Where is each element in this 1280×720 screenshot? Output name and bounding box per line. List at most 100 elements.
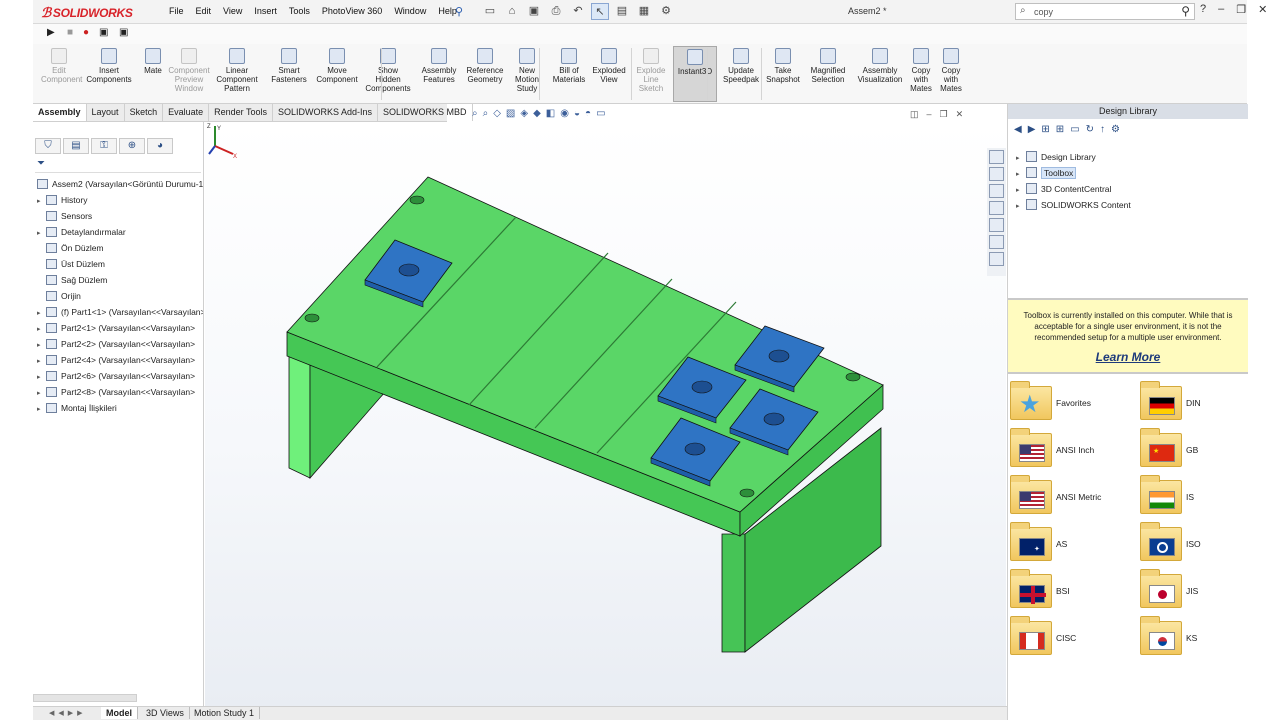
filter-icon[interactable]: ⏷ [35,158,201,173]
macro-new-icon[interactable]: ▣ [99,27,108,38]
tab-mbd[interactable]: SOLIDWORKS MBD [378,104,473,121]
search-input[interactable] [1034,5,1134,18]
view-orientation-icon[interactable]: ◆ [533,108,541,119]
search-icon[interactable]: ⚲ [1181,4,1190,18]
assembly-visualization-button[interactable]: Assembly Visualization [855,48,905,84]
menu-edit[interactable]: Edit [190,6,218,16]
stop-icon[interactable]: ■ [67,27,73,38]
library-folder[interactable]: BSI [1008,569,1128,614]
instant3d-button[interactable]: Instant3D [673,46,717,102]
assembly-features-button[interactable]: Assembly Features [419,48,459,84]
update-speedpak-button[interactable]: Update Speedpak [721,48,761,84]
expand-arrow-icon[interactable]: ▸ [37,386,46,400]
tree-item[interactable]: Ön Düzlem [35,240,203,256]
dynamic-annotation-icon[interactable]: ◈ [520,108,528,119]
zoom-to-fit-icon[interactable]: ⌕ [472,108,478,119]
expand-arrow-icon[interactable]: ▸ [37,306,46,320]
horizontal-scrollbar[interactable] [33,694,137,702]
solidworks-resources-icon[interactable] [989,150,1004,164]
tree-item[interactable]: Orijin [35,288,203,304]
exploded-view-button[interactable]: Exploded View [589,48,629,84]
library-folder[interactable]: CISC [1008,616,1128,661]
learn-more-link[interactable]: Learn More [1008,350,1248,364]
expand-arrow-icon[interactable]: ▸ [1016,199,1026,215]
options-gear-icon[interactable]: ⚙ [657,3,675,20]
viewport-close-icon[interactable]: ✕ [956,109,964,120]
display-manager-tab-icon[interactable]: ◕ [147,138,173,154]
add-file-location-icon[interactable]: ⊞ [1056,124,1064,135]
tab-navigation-arrows[interactable]: ◀◀▶▶ [49,709,87,717]
library-folder[interactable]: ★ Favorites [1008,381,1128,426]
tree-item[interactable]: Üst Düzlem [35,256,203,272]
tree-item[interactable]: ▸ Part2<4> (Varsayılan<<Varsayılan> [35,352,203,368]
library-folder[interactable]: ISO [1138,522,1258,567]
select-cursor-icon[interactable]: ↖ [591,3,609,20]
library-tree-item[interactable]: ▸ 3D ContentCentral [1016,181,1241,197]
tab-assembly[interactable]: Assembly [33,104,87,121]
component-preview-button[interactable]: Component Preview Window [165,48,213,93]
reference-geometry-button[interactable]: Reference Geometry [463,48,507,84]
toolbox-config-icon[interactable]: ⚙ [1111,124,1120,135]
tree-item[interactable]: Sağ Düzlem [35,272,203,288]
play-icon[interactable]: ▶ [47,27,55,38]
expand-arrow-icon[interactable]: ▸ [37,402,46,416]
back-icon[interactable]: ◀ [1014,124,1022,135]
library-folder[interactable]: JIS [1138,569,1258,614]
refresh-icon[interactable]: ↻ [1086,124,1094,135]
solidworks-logo[interactable]: ℬ SOLIDWORKS [41,5,133,21]
library-folder[interactable]: IS [1138,475,1258,520]
help-icon[interactable]: ? [1200,3,1206,16]
open-icon[interactable]: ⌂ [503,3,521,20]
expand-arrow-icon[interactable]: ▸ [37,226,46,240]
viewport-minimize-icon[interactable]: – [927,109,932,120]
design-library-icon[interactable] [989,167,1004,181]
viewport-collapse-icon[interactable]: ◫ [910,109,919,120]
zoom-area-icon[interactable]: ⌕ [483,108,489,119]
expand-arrow-icon[interactable]: ▸ [37,370,46,384]
apply-scene-icon[interactable]: ◓ [585,108,591,119]
tab-render-tools[interactable]: Render Tools [209,104,273,121]
pin-icon[interactable]: ⚲ [455,5,463,18]
edit-component-button[interactable]: Edit Component [41,48,82,84]
custom-properties-icon[interactable] [989,235,1004,249]
magnified-selection-button[interactable]: Magnified Selection [805,48,851,84]
copy-with-mates-button[interactable]: Copy with Mates [907,48,935,93]
file-properties-icon[interactable]: ▦ [635,3,653,20]
minimize-icon[interactable]: – [1218,3,1224,16]
menu-photoview[interactable]: PhotoView 360 [316,6,388,16]
undo-icon[interactable]: ↶ [569,3,587,20]
property-manager-tab-icon[interactable]: ▤ [63,138,89,154]
library-tree-item[interactable]: ▸ Design Library [1016,149,1241,165]
new-document-icon[interactable]: ▭ [481,3,499,20]
tab-3d-views[interactable]: 3D Views [141,707,190,719]
rebuild-icon[interactable]: ▤ [613,3,631,20]
tree-item[interactable]: ▸ Part2<6> (Varsayılan<<Varsayılan> [35,368,203,384]
hide-show-icon[interactable]: ◉ [560,108,569,119]
save-icon[interactable]: ▣ [525,3,543,20]
forum-icon[interactable] [989,252,1004,266]
table-leg-right-front[interactable] [721,533,746,653]
edit-appearance-icon[interactable]: ◒ [574,108,580,119]
assembly-model[interactable] [205,122,1006,706]
add-to-library-icon[interactable]: ⊞ [1041,124,1049,135]
tree-item[interactable]: Sensors [35,208,203,224]
close-icon[interactable]: ✕ [1258,3,1267,16]
view-palette-icon[interactable] [989,201,1004,215]
library-tree-item[interactable]: ▸ Toolbox [1016,165,1241,181]
library-folder[interactable]: ✦ AS [1008,522,1128,567]
library-folder[interactable]: ANSI Inch [1008,428,1128,473]
expand-arrow-icon[interactable]: ▸ [37,194,46,208]
tree-root[interactable]: Assem2 (Varsayılan<Görüntü Durumu-1> [35,176,203,192]
menu-file[interactable]: File [163,6,190,16]
display-style-icon[interactable]: ◧ [546,108,555,119]
table-leg-left-front[interactable] [288,353,311,479]
create-new-folder-icon[interactable]: ▭ [1070,124,1079,135]
tree-item[interactable]: ▸ Part2<2> (Varsayılan<<Varsayılan> [35,336,203,352]
library-folder[interactable]: ★ GB [1138,428,1258,473]
up-one-level-icon[interactable]: ↑ [1100,124,1105,135]
expand-arrow-icon[interactable]: ▸ [37,338,46,352]
insert-components-button[interactable]: Insert Components [85,48,133,84]
previous-view-icon[interactable]: ◇ [493,108,501,119]
expand-arrow-icon[interactable]: ▸ [37,354,46,368]
tree-item[interactable]: ▸ Montaj İlişkileri [35,400,203,416]
